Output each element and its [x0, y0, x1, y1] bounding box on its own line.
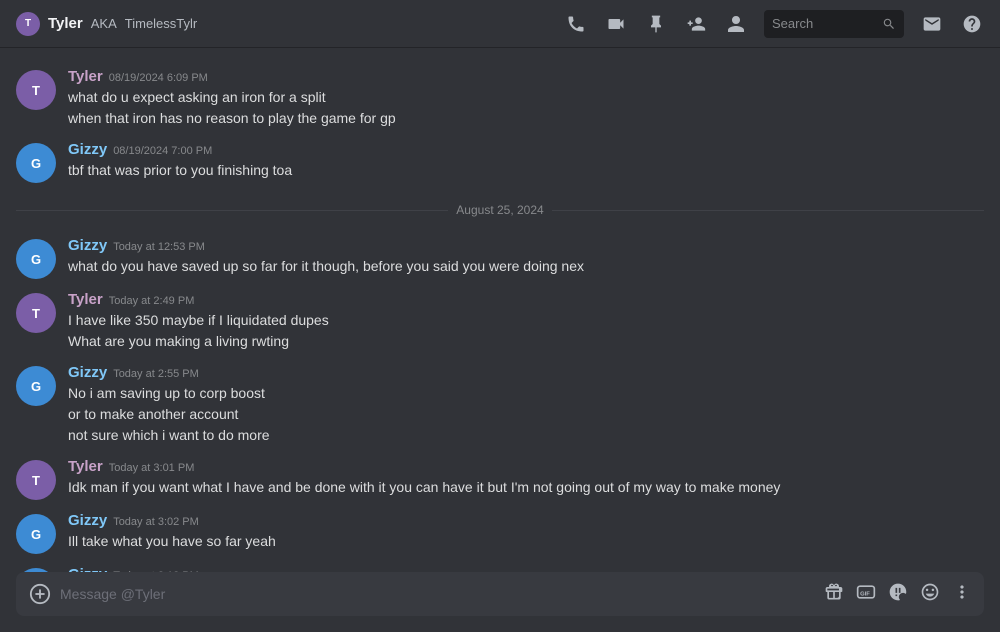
date-divider: August 25, 2024 [16, 203, 984, 217]
avatar: G [16, 514, 56, 554]
message-author[interactable]: Gizzy [68, 566, 107, 572]
message-header: Tyler 08/19/2024 6:09 PM [68, 68, 984, 85]
message-group: G Gizzy Today at 2:55 PM No i am saving … [0, 360, 1000, 450]
message-text: I have like 350 maybe if I liquidated du… [68, 310, 984, 331]
message-content: Tyler Today at 2:49 PM I have like 350 m… [68, 291, 984, 352]
message-content: Gizzy Today at 3:02 PM Ill take what you… [68, 512, 984, 552]
message-group: T Tyler Today at 2:49 PM I have like 350… [0, 287, 1000, 356]
message-timestamp: Today at 3:01 PM [109, 462, 195, 474]
message-header: Tyler Today at 3:01 PM [68, 458, 984, 475]
message-content: Gizzy Today at 3:12 PM just lmk when you… [68, 566, 984, 572]
pin-button[interactable] [644, 12, 668, 36]
sticker-button[interactable] [888, 582, 908, 607]
message-timestamp: 08/19/2024 7:00 PM [113, 145, 212, 157]
message-author[interactable]: Tyler [68, 458, 103, 475]
message-author[interactable]: Gizzy [68, 141, 107, 158]
help-button[interactable] [960, 12, 984, 36]
avatar: G [16, 239, 56, 279]
message-content: Gizzy Today at 2:55 PM No i am saving up… [68, 364, 984, 446]
message-input[interactable] [60, 586, 816, 602]
dm-aka-label: AKA [91, 16, 117, 31]
avatar: T [16, 460, 56, 500]
avatar: G [16, 366, 56, 406]
message-timestamp: 08/19/2024 6:09 PM [109, 72, 208, 84]
search-bar[interactable]: Search [764, 10, 904, 38]
message-content: Gizzy Today at 12:53 PM what do you have… [68, 237, 984, 277]
message-author[interactable]: Gizzy [68, 237, 107, 254]
messages-area: T Tyler 08/19/2024 6:09 PM what do u exp… [0, 48, 1000, 572]
search-placeholder: Search [772, 16, 878, 31]
message-text: tbf that was prior to you finishing toa [68, 160, 984, 181]
message-timestamp: Today at 2:55 PM [113, 368, 199, 380]
message-author[interactable]: Gizzy [68, 364, 107, 381]
inbox-button[interactable] [920, 12, 944, 36]
message-header: Tyler Today at 2:49 PM [68, 291, 984, 308]
message-text: What are you making a living rwting [68, 331, 984, 352]
avatar: G [16, 143, 56, 183]
top-bar: T Tyler AKA TimelessTylr Search [0, 0, 1000, 48]
message-timestamp: Today at 2:49 PM [109, 295, 195, 307]
dm-nickname: TimelessTylr [125, 16, 197, 31]
add-attachment-button[interactable] [28, 582, 52, 606]
message-author[interactable]: Gizzy [68, 512, 107, 529]
message-content: Tyler Today at 3:01 PM Idk man if you wa… [68, 458, 984, 498]
message-header: Gizzy Today at 2:55 PM [68, 364, 984, 381]
add-friend-button[interactable] [684, 12, 708, 36]
message-group: G Gizzy Today at 3:12 PM just lmk when y… [0, 562, 1000, 572]
gif-button[interactable]: GIF [856, 582, 876, 607]
message-content: Gizzy 08/19/2024 7:00 PM tbf that was pr… [68, 141, 984, 181]
call-button[interactable] [564, 12, 588, 36]
avatar: T [16, 293, 56, 333]
message-text: or to make another account [68, 404, 984, 425]
message-text: when that iron has no reason to play the… [68, 108, 984, 129]
message-text: what do you have saved up so far for it … [68, 256, 984, 277]
message-header: Gizzy Today at 12:53 PM [68, 237, 984, 254]
message-header: Gizzy 08/19/2024 7:00 PM [68, 141, 984, 158]
bottom-bar: GIF [16, 572, 984, 616]
video-button[interactable] [604, 12, 628, 36]
message-text: Ill take what you have so far yeah [68, 531, 984, 552]
message-content: Tyler 08/19/2024 6:09 PM what do u expec… [68, 68, 984, 129]
message-author[interactable]: Tyler [68, 291, 103, 308]
message-header: Gizzy Today at 3:02 PM [68, 512, 984, 529]
dm-avatar: T [16, 12, 40, 36]
avatar: G [16, 568, 56, 572]
top-bar-left: T Tyler AKA TimelessTylr [16, 12, 197, 36]
message-timestamp: Today at 12:53 PM [113, 241, 205, 253]
message-timestamp: Today at 3:12 PM [113, 570, 199, 572]
svg-text:GIF: GIF [860, 591, 870, 597]
top-bar-right: Search [564, 10, 984, 38]
message-timestamp: Today at 3:02 PM [113, 516, 199, 528]
message-group: T Tyler Today at 3:01 PM Idk man if you … [0, 454, 1000, 504]
avatar: T [16, 70, 56, 110]
message-group: T Tyler 08/19/2024 6:09 PM what do u exp… [0, 64, 1000, 133]
message-group: G Gizzy Today at 12:53 PM what do you ha… [0, 233, 1000, 283]
message-text: not sure which i want to do more [68, 425, 984, 446]
message-author[interactable]: Tyler [68, 68, 103, 85]
bottom-right-icons: GIF [824, 582, 972, 607]
extra-options-button[interactable] [952, 582, 972, 607]
message-text: No i am saving up to corp boost [68, 383, 984, 404]
message-header: Gizzy Today at 3:12 PM [68, 566, 984, 572]
profile-button[interactable] [724, 12, 748, 36]
message-text: Idk man if you want what I have and be d… [68, 477, 984, 498]
dm-username: Tyler [48, 15, 83, 32]
message-group: G Gizzy 08/19/2024 7:00 PM tbf that was … [0, 137, 1000, 187]
message-group: G Gizzy Today at 3:02 PM Ill take what y… [0, 508, 1000, 558]
gift-button[interactable] [824, 582, 844, 607]
message-text: what do u expect asking an iron for a sp… [68, 87, 984, 108]
emoji-button[interactable] [920, 582, 940, 607]
